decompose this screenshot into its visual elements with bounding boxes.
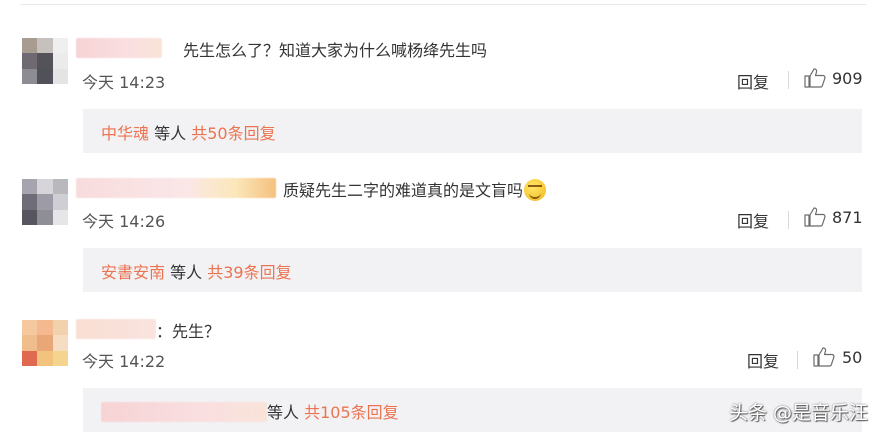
reply-etc-label: 等人: [267, 403, 305, 422]
reply-summary[interactable]: 中华魂 等人 共50条回复: [83, 109, 862, 153]
thumbs-up-icon[interactable]: [804, 207, 826, 227]
reply-button[interactable]: 回复: [747, 348, 779, 372]
thumbs-up-icon[interactable]: [804, 68, 826, 88]
like-count[interactable]: 50: [842, 348, 862, 367]
reply-user-link[interactable]: 安書安南: [101, 263, 165, 282]
reply-total-link[interactable]: 共39条回复: [207, 263, 291, 282]
username-blurred[interactable]: [76, 38, 162, 58]
comment-text: 质疑先生二字的难道真的是文盲吗: [283, 177, 547, 201]
divider: [788, 211, 789, 229]
like-count[interactable]: 871: [832, 208, 863, 227]
reply-button[interactable]: 回复: [737, 69, 769, 93]
comment-text-content: 质疑先生二字的难道真的是文盲吗: [283, 181, 524, 200]
top-divider: [20, 4, 866, 5]
watermark: 头条 @是音乐汪: [728, 402, 868, 424]
reply-etc-label: 等人: [165, 263, 208, 282]
avatar[interactable]: [22, 38, 68, 84]
emoji-icon: [524, 179, 547, 201]
comment-time: 今天 14:23: [82, 73, 166, 92]
divider: [788, 71, 789, 89]
reply-user-link[interactable]: 中华魂: [101, 124, 149, 143]
avatar[interactable]: [22, 179, 68, 225]
username-blurred[interactable]: [76, 178, 276, 198]
reply-button[interactable]: 回复: [737, 208, 769, 232]
username-blurred[interactable]: [76, 319, 156, 339]
divider: [797, 351, 798, 369]
like-count[interactable]: 909: [832, 69, 863, 88]
reply-user-blurred[interactable]: [101, 402, 267, 422]
reply-etc-label: 等人: [149, 124, 192, 143]
reply-total-link[interactable]: 共105条回复: [304, 403, 399, 422]
comment-time: 今天 14:26: [82, 212, 166, 231]
comment-text: ：先生？: [156, 322, 221, 341]
avatar[interactable]: [22, 320, 68, 366]
comment-text: 先生怎么了？知道大家为什么喊杨绛先生吗: [183, 41, 488, 60]
comment-time: 今天 14:22: [82, 352, 166, 371]
reply-total-link[interactable]: 共50条回复: [191, 124, 275, 143]
thumbs-up-icon[interactable]: [813, 347, 835, 367]
reply-summary[interactable]: 安書安南 等人 共39条回复: [83, 248, 862, 292]
